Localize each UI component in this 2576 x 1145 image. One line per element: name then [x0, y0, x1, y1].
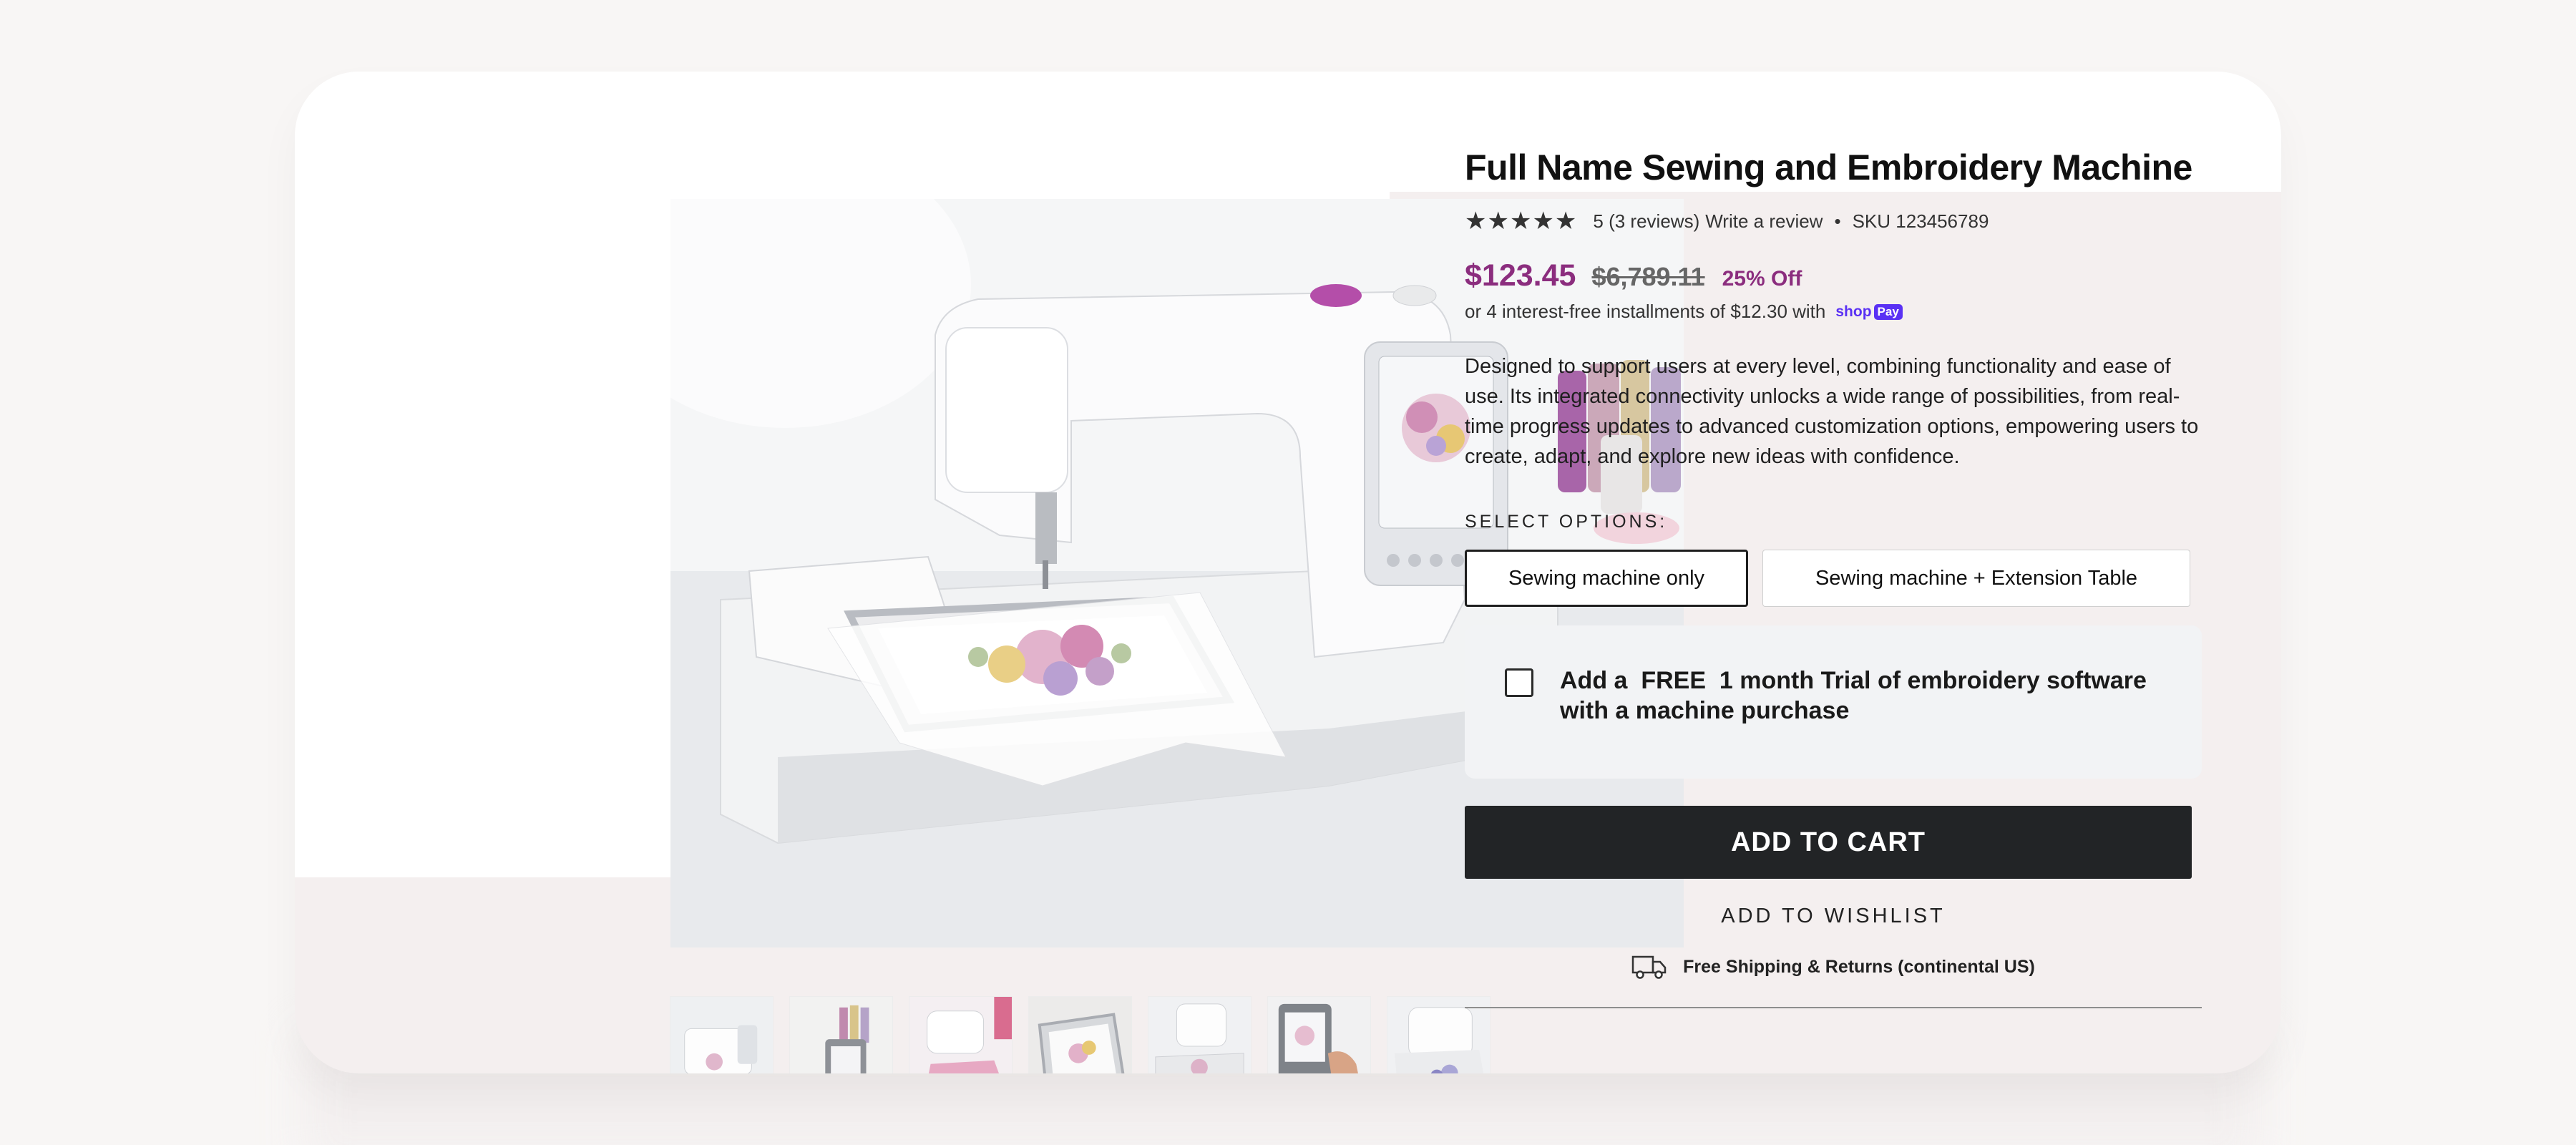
discount-badge: 25% Off [1722, 267, 1802, 291]
thumbnail-gallery [670, 996, 1491, 1073]
rating-stars-icon: ★★★★★ [1465, 208, 1578, 235]
thumbnail-1[interactable] [670, 996, 774, 1073]
add-to-wishlist-button[interactable]: ADD TO WISHLIST [1465, 905, 2202, 928]
meta-separator: • [1834, 210, 1841, 232]
add-to-cart-button[interactable]: ADD TO CART [1465, 806, 2192, 879]
compare-price: $6,789.11 [1591, 262, 1705, 291]
thumbnail-5[interactable] [1148, 996, 1252, 1073]
sku: SKU 123456789 [1852, 210, 1989, 232]
thumbnail-2[interactable] [789, 996, 893, 1073]
trial-checkbox[interactable] [1505, 668, 1533, 697]
divider [1465, 1007, 2202, 1008]
option-sewing-machine-only[interactable]: Sewing machine only [1465, 550, 1748, 607]
thumbnail-4[interactable] [1028, 996, 1132, 1073]
thumbnail-3[interactable] [909, 996, 1013, 1073]
select-options-label: SELECT OPTIONS: [1465, 512, 1668, 532]
truck-icon [1631, 955, 1667, 979]
price-row: $123.45 $6,789.11 25% Off [1465, 258, 2202, 293]
write-review-link[interactable]: Write a review [1705, 210, 1823, 233]
product-card: Full Name Sewing and Embroidery Machine … [295, 72, 2281, 1073]
product-description: Designed to support users at every level… [1465, 355, 2199, 468]
free-trial-offer: Add a FREE 1 month Trial of embroidery s… [1465, 625, 2202, 779]
shoppay-shop-text: shop [1835, 303, 1872, 320]
shipping-text: Free Shipping & Returns (continental US) [1683, 956, 2035, 977]
shoppay-pay-text: Pay [1873, 303, 1903, 320]
variant-options: Sewing machine only Sewing machine + Ext… [1465, 550, 2202, 607]
rating-row: ★★★★★ 5 (3 reviews) Write a review • SKU… [1465, 207, 2202, 235]
shipping-note: Free Shipping & Returns (continental US) [1465, 954, 2202, 980]
thumbnail-6[interactable] [1267, 996, 1371, 1073]
trial-text: Add a FREE 1 month Trial of embroidery s… [1560, 667, 2154, 724]
product-info: Full Name Sewing and Embroidery Machine … [1465, 147, 2202, 1008]
option-sewing-machine-extension-table[interactable]: Sewing machine + Extension Table [1762, 550, 2190, 607]
installments-text: or 4 interest-free installments of $12.3… [1465, 301, 1826, 322]
shoppay-logo-icon[interactable]: shop Pay [1835, 303, 1903, 321]
installments-note: or 4 interest-free installments of $12.3… [1465, 301, 2202, 323]
rating-count: 5 (3 reviews) [1593, 210, 1700, 232]
sale-price: $123.45 [1465, 258, 1576, 293]
product-title: Full Name Sewing and Embroidery Machine [1465, 147, 2192, 187]
